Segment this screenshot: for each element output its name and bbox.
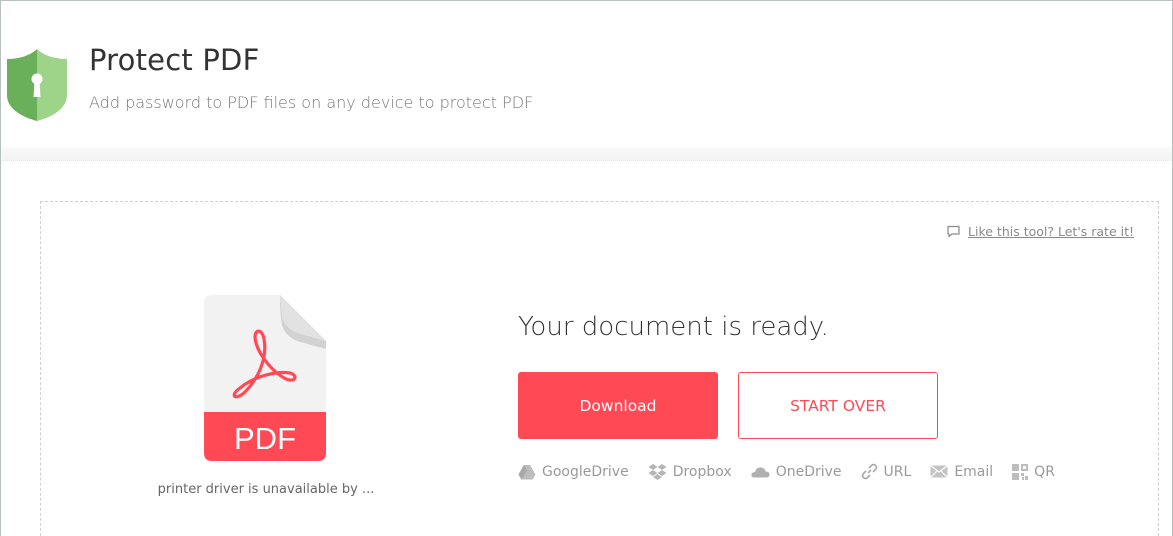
status-message: Your document is ready. bbox=[518, 312, 829, 342]
pdf-file-icon: PDF bbox=[204, 295, 326, 461]
rate-tool-link[interactable]: Like this tool? Let's rate it! bbox=[946, 224, 1134, 239]
share-dropbox-label: Dropbox bbox=[672, 463, 732, 480]
share-url[interactable]: URL bbox=[861, 463, 912, 480]
page-header: Protect PDF Add password to PDF files on… bbox=[1, 1, 1172, 151]
share-url-label: URL bbox=[883, 463, 912, 480]
rate-tool-label[interactable]: Like this tool? Let's rate it! bbox=[968, 224, 1134, 239]
share-options: GoogleDrive Dropbox OneDrive URL Email Q… bbox=[518, 463, 1055, 480]
page-subtitle: Add password to PDF files on any device … bbox=[89, 93, 534, 112]
google-drive-icon bbox=[518, 464, 536, 479]
file-name: printer driver is unavailable by ... bbox=[157, 482, 375, 497]
start-over-button[interactable]: START OVER bbox=[738, 372, 938, 439]
share-onedrive-label: OneDrive bbox=[775, 463, 842, 480]
share-email-label: Email bbox=[954, 463, 994, 480]
share-dropbox[interactable]: Dropbox bbox=[648, 463, 732, 480]
page-title: Protect PDF bbox=[89, 43, 260, 77]
shield-lock-icon bbox=[7, 49, 67, 121]
email-icon bbox=[930, 465, 949, 478]
pdf-badge-label: PDF bbox=[234, 421, 296, 456]
onedrive-icon bbox=[751, 466, 770, 477]
share-onedrive[interactable]: OneDrive bbox=[751, 464, 842, 480]
link-icon bbox=[861, 463, 877, 480]
header-divider bbox=[2, 147, 1172, 161]
app-window: Protect PDF Add password to PDF files on… bbox=[0, 0, 1173, 536]
share-qr-label: QR bbox=[1034, 463, 1055, 480]
share-email[interactable]: Email bbox=[930, 464, 993, 480]
qr-code-icon bbox=[1012, 463, 1029, 480]
share-qr[interactable]: QR bbox=[1012, 463, 1055, 480]
comment-icon bbox=[947, 225, 960, 238]
download-button[interactable]: Download bbox=[518, 372, 718, 439]
result-panel: Like this tool? Let's rate it! PDF print… bbox=[40, 201, 1159, 536]
dropbox-icon bbox=[648, 464, 667, 480]
share-google-drive-label: GoogleDrive bbox=[542, 463, 629, 480]
share-google-drive[interactable]: GoogleDrive bbox=[518, 464, 629, 480]
